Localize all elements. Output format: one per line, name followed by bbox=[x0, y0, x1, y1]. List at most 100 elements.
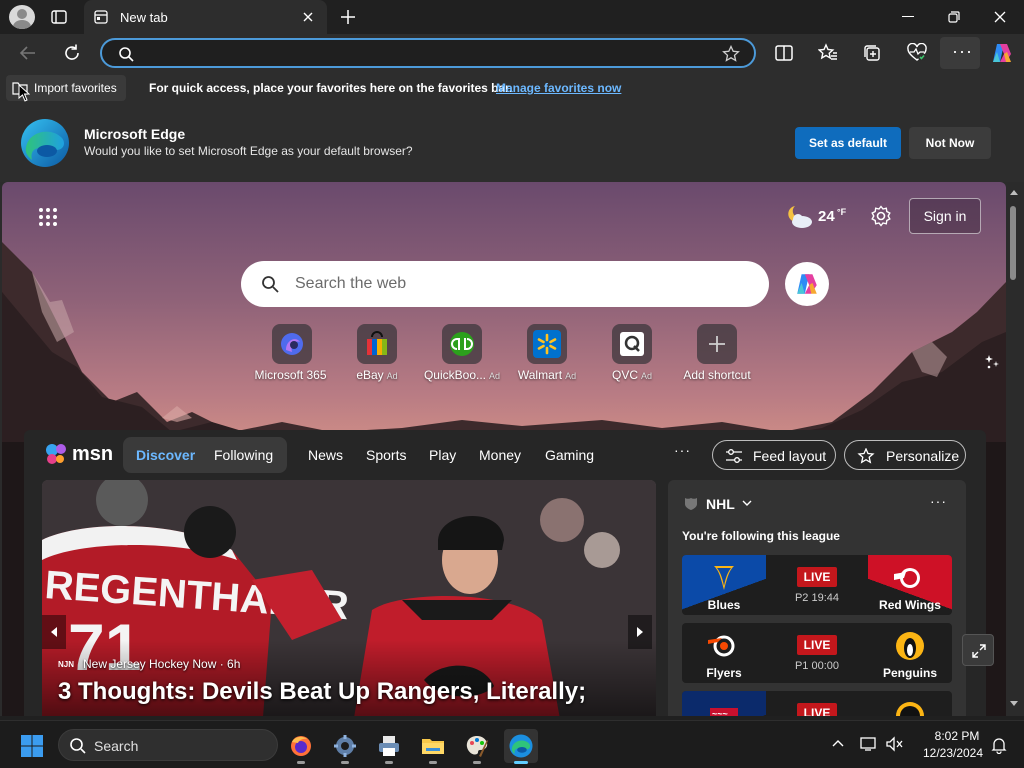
volume-muted-icon[interactable] bbox=[886, 736, 904, 752]
manage-favorites-link[interactable]: Manage favorites now bbox=[496, 81, 621, 95]
hero-next-button[interactable] bbox=[628, 615, 652, 649]
web-search-box[interactable] bbox=[241, 261, 769, 307]
live-badge: LIVE bbox=[797, 703, 837, 716]
clock-time[interactable]: 8:02 PM bbox=[922, 729, 992, 743]
tab-actions-icon[interactable] bbox=[50, 8, 68, 26]
nav-gaming[interactable]: Gaming bbox=[545, 447, 594, 463]
apps-grid-icon[interactable] bbox=[38, 207, 58, 227]
close-tab-icon[interactable] bbox=[302, 11, 314, 23]
not-now-button[interactable]: Not Now bbox=[909, 127, 991, 159]
personalize-label: Personalize bbox=[886, 448, 960, 464]
microsoft-365-icon bbox=[281, 333, 303, 355]
split-screen-icon[interactable] bbox=[774, 43, 794, 63]
address-input[interactable] bbox=[142, 43, 702, 63]
weather-temperature[interactable]: 24 bbox=[818, 208, 835, 225]
nhl-scores-card: NHL ··· You're following this league Blu… bbox=[668, 480, 966, 716]
story-headline[interactable]: 3 Thoughts: Devils Beat Up Rangers, Lite… bbox=[58, 678, 586, 706]
feed-layout-button[interactable]: Feed layout bbox=[712, 440, 836, 470]
back-arrow-icon[interactable] bbox=[18, 43, 38, 63]
game-row[interactable]: Flyers LIVE P1 00:00 Penguins bbox=[682, 623, 952, 683]
ad-badge: Ad bbox=[565, 371, 577, 381]
scroll-up-arrow-icon[interactable] bbox=[1008, 188, 1020, 196]
shortcut-microsoft-365[interactable]: Microsoft 365 bbox=[250, 324, 334, 382]
search-icon bbox=[118, 46, 134, 62]
new-tab-plus-icon[interactable] bbox=[340, 9, 356, 25]
profile-avatar[interactable] bbox=[9, 5, 35, 29]
scroll-down-arrow-icon[interactable] bbox=[1008, 700, 1020, 708]
shortcut-label: QuickBoo... bbox=[423, 368, 486, 382]
address-bar[interactable] bbox=[100, 38, 756, 68]
ad-badge: Ad bbox=[489, 371, 501, 381]
windows-start-icon[interactable] bbox=[20, 734, 44, 758]
taskbar-search-box[interactable]: Search bbox=[58, 729, 278, 761]
nav-money[interactable]: Money bbox=[479, 447, 521, 463]
shortcut-qvc[interactable]: QVC Ad bbox=[590, 324, 674, 382]
page-settings-gear-icon[interactable] bbox=[870, 205, 892, 227]
new-tab-page: 24 °F Sign in Microsoft 365 eBayAd Quick… bbox=[0, 182, 1024, 716]
taskbar-firefox[interactable] bbox=[284, 729, 318, 764]
taskbar-printer[interactable] bbox=[372, 729, 406, 764]
game-row[interactable]: ~~~ LIVE bbox=[682, 691, 952, 716]
show-hidden-icons-chevron-up-icon[interactable] bbox=[832, 739, 844, 747]
game-clock: P1 00:00 bbox=[794, 660, 840, 672]
add-shortcut-button[interactable]: Add shortcut bbox=[675, 324, 759, 382]
nav-play[interactable]: Play bbox=[429, 447, 456, 463]
blues-logo-icon bbox=[704, 560, 744, 596]
restore-icon[interactable] bbox=[948, 11, 960, 23]
set-as-default-button[interactable]: Set as default bbox=[795, 127, 901, 159]
hero-story-card[interactable]: REGENTHALER 71 NJN New Jersey Hockey Now… bbox=[42, 480, 656, 716]
tab-following[interactable]: Following bbox=[214, 447, 273, 463]
card-more-button[interactable]: ··· bbox=[930, 493, 947, 509]
more-nav-button[interactable]: ··· bbox=[674, 442, 691, 458]
refresh-icon[interactable] bbox=[62, 43, 82, 63]
copilot-search-button[interactable] bbox=[785, 262, 829, 306]
shortcut-tile bbox=[612, 324, 652, 364]
nav-sports[interactable]: Sports bbox=[366, 447, 406, 463]
scrollbar-thumb[interactable] bbox=[1010, 206, 1016, 280]
running-indicator bbox=[514, 761, 528, 764]
browser-toolbar: ··· bbox=[0, 34, 1024, 72]
expand-feed-button[interactable] bbox=[962, 634, 994, 666]
game-row[interactable]: Blues LIVE P2 19:44 Red Wings bbox=[682, 555, 952, 615]
league-title[interactable]: NHL bbox=[706, 496, 735, 512]
story-source: New Jersey Hockey Now · 6h bbox=[83, 657, 241, 671]
copilot-icon[interactable] bbox=[990, 42, 1014, 64]
walmart-icon bbox=[533, 330, 561, 358]
collections-icon[interactable] bbox=[862, 43, 882, 63]
taskbar-settings[interactable] bbox=[328, 729, 362, 764]
minimize-icon[interactable] bbox=[902, 16, 914, 17]
taskbar-edge[interactable] bbox=[504, 729, 538, 764]
shortcut-label: QVC bbox=[611, 368, 638, 382]
clock-date[interactable]: 12/23/2024 bbox=[914, 746, 992, 760]
add-favorite-star-icon[interactable] bbox=[722, 45, 740, 63]
personalize-button[interactable]: Personalize bbox=[844, 440, 966, 470]
hero-previous-button[interactable] bbox=[42, 615, 66, 649]
partly-cloudy-night-icon[interactable] bbox=[786, 204, 814, 230]
taskbar-file-explorer[interactable] bbox=[416, 729, 450, 764]
msn-logo-text: msn bbox=[72, 443, 114, 465]
tab-new-tab[interactable]: New tab bbox=[84, 0, 327, 34]
weather-unit: °F bbox=[837, 207, 847, 217]
notifications-bell-icon[interactable] bbox=[990, 736, 1008, 754]
sparkle-icon[interactable] bbox=[984, 354, 1000, 370]
feed-tab-group: Discover Following bbox=[123, 437, 287, 473]
favorites-icon[interactable] bbox=[818, 43, 838, 63]
chevron-down-icon[interactable] bbox=[742, 500, 752, 506]
taskbar-paint[interactable] bbox=[460, 729, 494, 764]
shortcut-quickbooks[interactable]: QuickBoo... Ad bbox=[420, 324, 504, 382]
shortcut-ebay[interactable]: eBay Ad bbox=[335, 324, 419, 382]
network-icon[interactable] bbox=[860, 736, 878, 752]
window-close-icon[interactable] bbox=[994, 11, 1006, 23]
sign-in-button[interactable]: Sign in bbox=[909, 198, 981, 234]
web-search-input[interactable] bbox=[295, 273, 745, 295]
banner-title: Microsoft Edge bbox=[84, 126, 186, 142]
banner-message: Would you like to set Microsoft Edge as … bbox=[84, 144, 413, 158]
browser-essentials-icon[interactable] bbox=[906, 43, 928, 63]
tab-discover[interactable]: Discover bbox=[136, 447, 195, 463]
printer-icon bbox=[379, 736, 399, 756]
ebay-icon bbox=[367, 331, 387, 355]
nav-news[interactable]: News bbox=[308, 447, 343, 463]
settings-and-more-button[interactable]: ··· bbox=[940, 37, 980, 69]
shortcut-walmart[interactable]: Walmart Ad bbox=[505, 324, 589, 382]
taskbar-search-label: Search bbox=[94, 738, 139, 754]
